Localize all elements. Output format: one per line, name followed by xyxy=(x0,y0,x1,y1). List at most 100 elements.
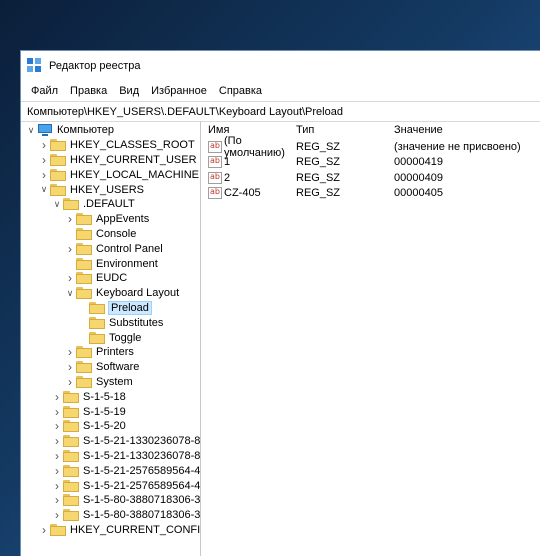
expand-arrow-icon[interactable]: › xyxy=(64,271,76,285)
folder-icon xyxy=(50,168,66,181)
collapse-arrow-icon[interactable]: ∨ xyxy=(38,184,50,196)
value-name: 2 xyxy=(224,171,231,184)
expand-arrow-icon[interactable]: › xyxy=(51,508,63,522)
tree-node-label: HKEY_USERS xyxy=(70,183,144,196)
tree-node[interactable]: › S-1-5-21-2576589564-4262 xyxy=(21,478,200,493)
expand-arrow-icon[interactable]: › xyxy=(51,405,63,419)
string-value-icon: ab xyxy=(208,140,222,153)
address-path: Компьютер\HKEY_USERS\.DEFAULT\Keyboard L… xyxy=(27,105,343,118)
expand-arrow-icon[interactable]: › xyxy=(51,449,63,463)
value-data-cell: (значение не присвоено) xyxy=(394,140,521,153)
value-data-cell: 00000419 xyxy=(394,156,443,169)
tree-node[interactable]: › S-1-5-21-1330236078-8427 xyxy=(21,434,200,449)
menu-favorites[interactable]: Избранное xyxy=(145,85,213,97)
tree-node[interactable]: ∨ .DEFAULT xyxy=(21,197,200,212)
tree-node-label: S-1-5-21-1330236078-8427 xyxy=(83,435,201,448)
expand-arrow-icon[interactable]: › xyxy=(38,523,50,537)
expand-arrow-icon[interactable]: › xyxy=(51,390,63,404)
folder-icon xyxy=(50,153,66,166)
tree-node[interactable]: ∨ Компьютер xyxy=(21,123,200,138)
folder-icon xyxy=(89,331,105,344)
address-bar[interactable]: Компьютер\HKEY_USERS\.DEFAULT\Keyboard L… xyxy=(21,101,540,122)
column-header-type[interactable]: Тип xyxy=(296,124,394,136)
tree-node[interactable]: › HKEY_CURRENT_CONFIG xyxy=(21,523,200,538)
folder-icon xyxy=(76,272,92,285)
string-value-icon: ab xyxy=(208,156,222,169)
tree-node[interactable]: › System xyxy=(21,375,200,390)
key-tree[interactable]: ∨ Компьютер › HKEY_CLASSES_ROOT › HKEY_CURREN… xyxy=(21,121,201,556)
tree-node[interactable]: › AppEvents xyxy=(21,212,200,227)
tree-node[interactable]: › Printers xyxy=(21,345,200,360)
collapse-arrow-icon[interactable]: ∨ xyxy=(25,124,37,136)
expand-arrow-icon[interactable]: › xyxy=(64,212,76,226)
window-title: Редактор реестра xyxy=(49,60,141,72)
tree-node-label: S-1-5-19 xyxy=(83,405,126,418)
tree-node-label: HKEY_CURRENT_USER xyxy=(70,153,197,166)
menu-edit[interactable]: Правка xyxy=(64,85,113,97)
tree-node[interactable]: Preload xyxy=(21,300,200,316)
expand-arrow-icon[interactable]: › xyxy=(51,493,63,507)
folder-icon xyxy=(76,346,92,359)
tree-node[interactable]: › S-1-5-21-1330236078-8427 xyxy=(21,449,200,464)
folder-icon xyxy=(63,449,79,462)
menu-file[interactable]: Файл xyxy=(25,85,64,97)
expand-arrow-icon[interactable]: › xyxy=(51,434,63,448)
menu-help[interactable]: Справка xyxy=(213,85,268,97)
value-row[interactable]: ab 2 REG_SZ 00000409 xyxy=(201,170,540,186)
tree-node[interactable]: › Control Panel xyxy=(21,241,200,256)
column-header-value[interactable]: Значение xyxy=(394,124,540,136)
value-type-cell: REG_SZ xyxy=(296,187,341,200)
tree-node[interactable]: › EUDC xyxy=(21,271,200,286)
tree-node[interactable]: › S-1-5-80-3880718306-3832 xyxy=(21,493,200,508)
collapse-arrow-icon[interactable]: ∨ xyxy=(51,198,63,210)
value-name-cell: ab CZ-405 xyxy=(201,187,296,200)
tree-node[interactable]: ∨ Keyboard Layout xyxy=(21,286,200,301)
expand-arrow-icon[interactable]: › xyxy=(38,138,50,152)
tree-node[interactable]: ∨ HKEY_USERS xyxy=(21,182,200,197)
tree-node[interactable]: › S-1-5-19 xyxy=(21,404,200,419)
collapse-arrow-icon[interactable]: ∨ xyxy=(64,287,76,299)
tree-node[interactable]: › HKEY_CLASSES_ROOT xyxy=(21,138,200,153)
tree-node[interactable]: › S-1-5-80-3880718306-3832 xyxy=(21,508,200,523)
tree-node[interactable]: Console xyxy=(21,227,200,242)
value-name-cell: ab 1 xyxy=(201,156,296,169)
tree-node[interactable]: › S-1-5-20 xyxy=(21,419,200,434)
folder-icon xyxy=(63,479,79,492)
expand-arrow-icon[interactable]: › xyxy=(64,345,76,359)
folder-icon xyxy=(63,494,79,507)
folder-icon xyxy=(63,198,79,211)
tree-node[interactable]: Environment xyxy=(21,256,200,271)
folder-icon xyxy=(50,139,66,152)
tree-node[interactable]: Substitutes xyxy=(21,315,200,330)
tree-node[interactable]: › S-1-5-18 xyxy=(21,389,200,404)
expand-arrow-icon[interactable]: › xyxy=(51,419,63,433)
title-bar[interactable]: Редактор реестра xyxy=(21,51,540,81)
expand-arrow-icon[interactable]: › xyxy=(51,464,63,478)
menu-view[interactable]: Вид xyxy=(113,85,145,97)
expand-arrow-icon[interactable]: › xyxy=(38,168,50,182)
value-row[interactable]: ab 1 REG_SZ 00000419 xyxy=(201,155,540,171)
expand-arrow-icon[interactable]: › xyxy=(64,375,76,389)
folder-icon xyxy=(76,361,92,374)
tree-node[interactable]: › S-1-5-21-2576589564-4262 xyxy=(21,463,200,478)
tree-node[interactable]: › Software xyxy=(21,360,200,375)
tree-node[interactable]: › HKEY_LOCAL_MACHINE xyxy=(21,167,200,182)
expand-arrow-icon[interactable]: › xyxy=(51,479,63,493)
value-row[interactable]: ab CZ-405 REG_SZ 00000405 xyxy=(201,186,540,202)
tree-node-label: Preload xyxy=(108,300,152,315)
value-row[interactable]: ab (По умолчанию) REG_SZ (значение не присв… xyxy=(201,135,540,159)
expand-arrow-icon[interactable]: › xyxy=(64,360,76,374)
expand-arrow-icon[interactable]: › xyxy=(38,153,50,167)
tree-node-label: Software xyxy=(96,361,140,374)
folder-icon xyxy=(63,390,79,403)
tree-node-label: S-1-5-20 xyxy=(83,420,126,433)
tree-node-label: Substitutes xyxy=(109,316,164,329)
expand-arrow-icon[interactable]: › xyxy=(64,242,76,256)
tree-node[interactable]: Toggle xyxy=(21,330,200,345)
tree-node-label: HKEY_CLASSES_ROOT xyxy=(70,139,195,152)
values-list[interactable]: Имя Тип Значение ab (По умолчанию) REG_SZ(… xyxy=(201,121,540,556)
tree-node-label: System xyxy=(96,375,133,388)
tree-node[interactable]: › HKEY_CURRENT_USER xyxy=(21,153,200,168)
